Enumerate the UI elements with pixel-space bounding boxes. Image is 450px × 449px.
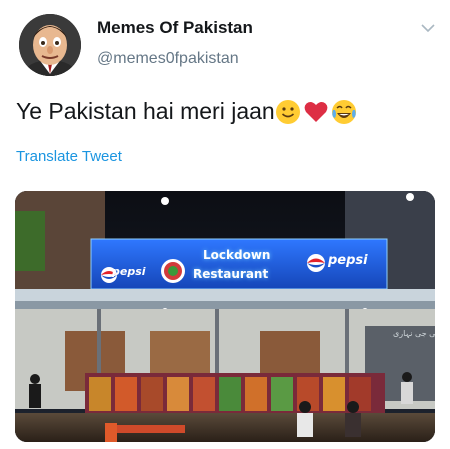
- user-handle[interactable]: @memes0fpakistan: [97, 50, 239, 68]
- sign-line-lockdown: Lockdown: [203, 248, 271, 262]
- avatar[interactable]: [19, 14, 81, 76]
- pepsi-brand-left: pepsi: [112, 265, 146, 278]
- red-heart-icon: [304, 101, 328, 122]
- pepsi-brand-right: pepsi: [328, 253, 368, 268]
- display-name[interactable]: Memes Of Pakistan: [97, 18, 253, 38]
- restaurant-photo: [15, 191, 435, 442]
- sign-line-restaurant: Restaurant: [193, 267, 269, 281]
- slightly-smiling-face-icon: [275, 99, 300, 124]
- face-with-tears-of-joy-icon: [331, 99, 356, 124]
- tweet-body: Ye Pakistan hai meri jaan: [16, 98, 275, 124]
- tweet-media-image[interactable]: pepsi pepsi Lockdown Restaurant علی جی ن…: [15, 191, 435, 442]
- avatar-caricature: [19, 14, 81, 76]
- translate-tweet-link[interactable]: Translate Tweet: [16, 148, 122, 165]
- chevron-down-icon[interactable]: [420, 20, 436, 36]
- urdu-shop-sign: علی جی نہاری: [393, 329, 435, 338]
- tweet-text: Ye Pakistan hai meri jaan: [16, 98, 357, 125]
